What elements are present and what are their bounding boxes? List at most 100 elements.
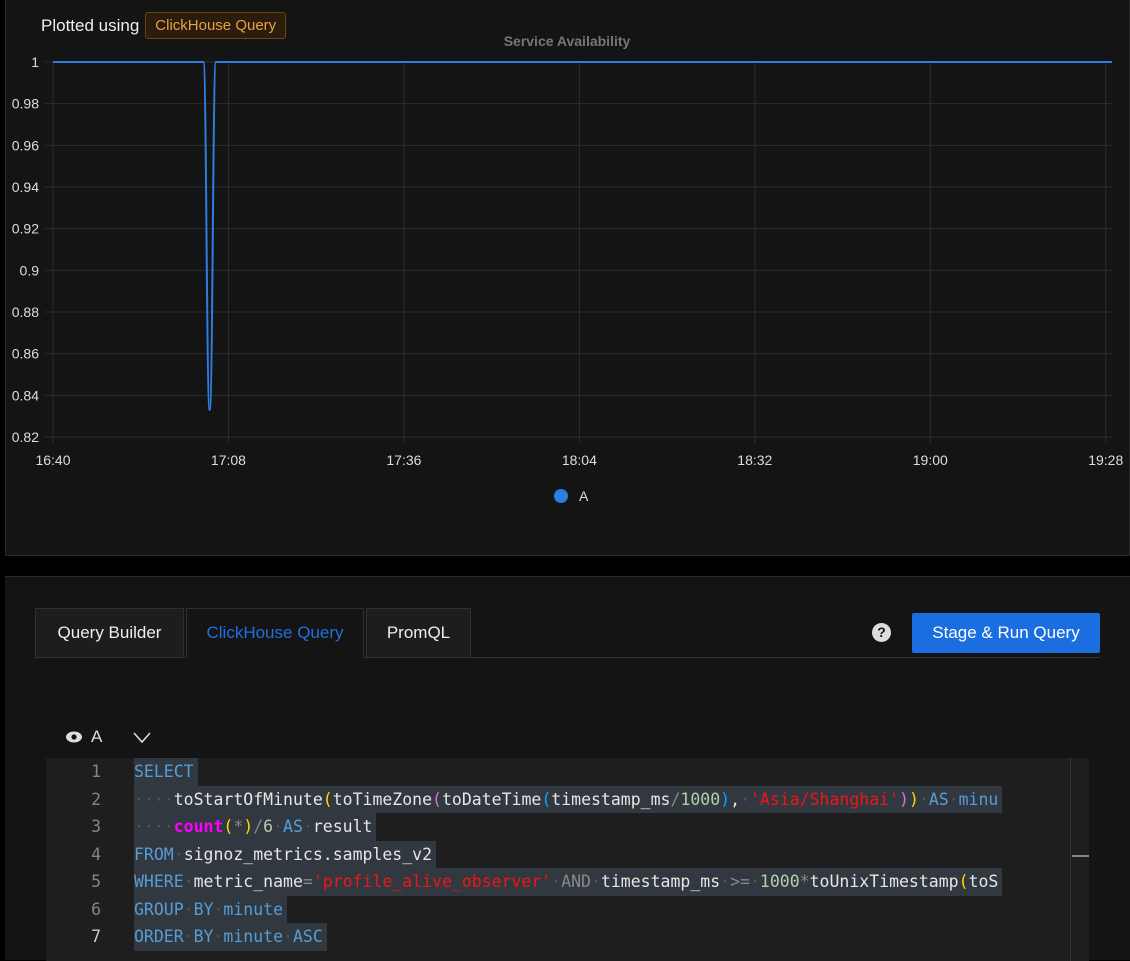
code-token: timestamp_ms xyxy=(600,872,721,891)
code-token: signoz_metrics.samples_v2 xyxy=(183,844,433,864)
legend-marker xyxy=(554,489,568,503)
scroll-indicator xyxy=(1072,855,1089,857)
code-line[interactable]: 2 ····toStartOfMinute(toTimeZone(toDateTi… xyxy=(46,785,1089,813)
code-token: · xyxy=(183,927,194,946)
code-token: WHERE xyxy=(134,872,184,891)
query-header: A xyxy=(65,727,152,747)
y-tick-label: 0.86 xyxy=(12,346,39,362)
y-tick-label: 0.88 xyxy=(12,304,39,320)
code-token: toStartOfMinute xyxy=(173,789,323,809)
code-token: · xyxy=(183,872,194,891)
code-text: ····count(*)/6·AS·result xyxy=(134,813,377,841)
code-token: ( xyxy=(541,789,552,809)
code-text: ····toStartOfMinute(toTimeZone(toDateTim… xyxy=(134,785,1003,813)
editor-scrollbar[interactable] xyxy=(1070,758,1089,961)
availability-chart[interactable]: Service Availability 1 0.98 0.96 0.94 0.92 0.9… xyxy=(0,0,1130,556)
query-panel: Query Builder ClickHouse Query PromQL ? … xyxy=(5,576,1130,961)
code-token: minute xyxy=(223,927,284,946)
code-line[interactable]: 7 ORDER·BY·minute·ASC xyxy=(46,923,1089,951)
code-line[interactable]: 6 GROUP·BY·minute xyxy=(46,895,1089,923)
tab-clickhouse-query[interactable]: ClickHouse Query xyxy=(186,608,364,658)
code-token: AS xyxy=(928,789,949,809)
code-token: ORDER xyxy=(134,927,184,946)
stage-run-query-button[interactable]: Stage & Run Query xyxy=(912,613,1100,653)
code-token: minu xyxy=(958,789,999,809)
code-line[interactable]: 4 FROM·signoz_metrics.samples_v2 xyxy=(46,840,1089,868)
code-token: 1000 xyxy=(680,789,721,809)
code-token: ) xyxy=(243,817,254,836)
code-line[interactable]: 1 SELECT xyxy=(46,758,1089,786)
tab-promql[interactable]: PromQL xyxy=(366,608,471,658)
query-name: A xyxy=(91,727,103,746)
code-token: ( xyxy=(958,872,969,891)
code-text: GROUP·BY·minute xyxy=(134,895,288,923)
x-tick-label: 19:00 xyxy=(913,452,948,468)
code-token: ) xyxy=(908,789,919,809)
y-tick-label: 1 xyxy=(31,54,39,70)
code-token: GROUP xyxy=(134,899,184,919)
x-tick-label: 18:32 xyxy=(737,452,772,468)
code-token: · xyxy=(740,789,750,809)
code-token: ( xyxy=(223,817,234,836)
x-tick-label: 16:40 xyxy=(35,452,70,468)
legend-label: A xyxy=(579,488,589,504)
code-token: minute xyxy=(223,899,284,919)
code-token: · xyxy=(183,899,194,919)
x-tick-label: 19:28 xyxy=(1088,452,1123,468)
y-tick-label: 0.94 xyxy=(12,179,39,195)
code-token: · xyxy=(591,872,601,891)
code-token: = xyxy=(302,872,313,891)
y-tick-label: 0.82 xyxy=(12,429,39,445)
y-tick-label: 0.9 xyxy=(20,262,40,278)
code-token: · xyxy=(213,899,224,919)
code-token: · xyxy=(273,817,284,836)
code-token: ASC xyxy=(292,927,323,946)
chevron-down-icon[interactable] xyxy=(132,730,152,744)
code-token: 'profile_alive_observer' xyxy=(312,872,552,891)
code-token: · xyxy=(948,789,959,809)
code-token: · xyxy=(720,872,731,891)
code-token: ···· xyxy=(134,817,174,836)
code-token: ( xyxy=(322,789,333,809)
tab-query-builder[interactable]: Query Builder xyxy=(35,608,184,658)
code-token: · xyxy=(173,844,184,864)
code-token: · xyxy=(213,927,224,946)
line-number: 1 xyxy=(91,762,101,781)
code-token: 1000 xyxy=(759,872,800,891)
code-text: FROM·signoz_metrics.samples_v2 xyxy=(134,840,437,868)
y-tick-label: 0.92 xyxy=(12,221,39,237)
code-token: · xyxy=(918,789,929,809)
code-token: / xyxy=(670,789,681,809)
line-number: 6 xyxy=(91,899,101,919)
code-token: 'Asia/Shanghai' xyxy=(749,789,899,809)
x-tick-label: 18:04 xyxy=(562,452,597,468)
code-text: WHERE·metric_name='profile_alive_observe… xyxy=(134,868,1003,896)
code-token: metric_name xyxy=(193,872,303,891)
eye-icon[interactable] xyxy=(65,730,83,744)
y-tick-label: 0.96 xyxy=(12,137,39,153)
line-number: 2 xyxy=(91,789,101,809)
y-tick-label: 0.98 xyxy=(12,96,39,112)
code-token: · xyxy=(749,872,760,891)
code-token: · xyxy=(551,872,562,891)
code-line[interactable]: 3 ····count(*)/6·AS·result xyxy=(46,813,1089,841)
sql-editor[interactable]: 1 SELECT 2 ····toStartOfMinute(toTimeZone(t… xyxy=(46,758,1089,961)
x-tick-label: 17:36 xyxy=(386,452,421,468)
help-icon[interactable]: ? xyxy=(872,623,891,642)
series-line-A xyxy=(53,60,1112,411)
code-line[interactable]: 5 WHERE·metric_name='profile_alive_observ… xyxy=(46,868,1089,896)
code-text: ORDER·BY·minute·ASC xyxy=(134,923,327,951)
code-token: result xyxy=(312,817,373,836)
code-token: ···· xyxy=(134,789,174,809)
y-tick-label: 0.84 xyxy=(12,387,39,403)
code-token: * xyxy=(799,872,810,891)
code-token: · xyxy=(302,817,313,836)
code-token: >= xyxy=(730,872,750,891)
code-token: AND xyxy=(561,872,591,891)
code-token: ) xyxy=(899,789,909,809)
code-text: SELECT xyxy=(134,758,198,786)
code-token: count xyxy=(173,817,224,836)
code-token: SELECT xyxy=(134,762,194,781)
code-token: ( xyxy=(432,789,442,809)
code-token: FROM xyxy=(134,844,174,864)
